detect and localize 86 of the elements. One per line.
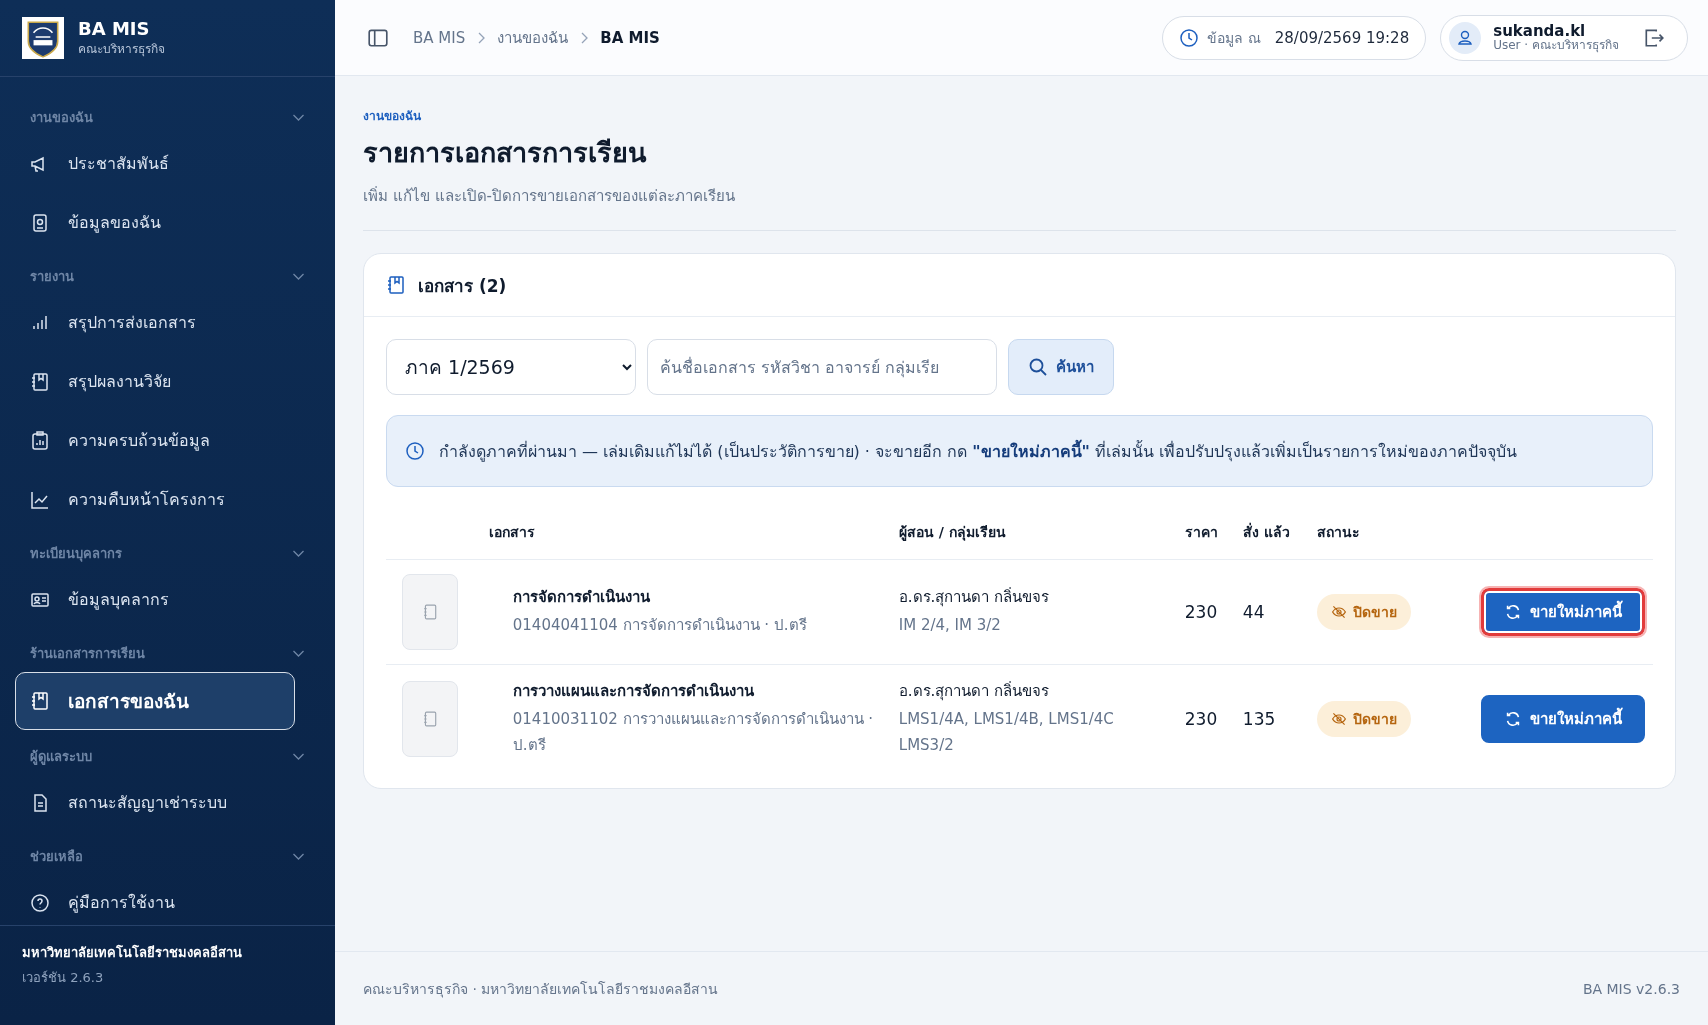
sidebar-item[interactable]: ข้อมูลบุคลากร	[15, 572, 320, 627]
price-cell: 230	[1184, 602, 1218, 622]
column-header: สั่ง แล้ว	[1242, 521, 1290, 542]
brand-title: BA MIS	[78, 18, 151, 39]
card-title: เอกสาร (2)	[418, 274, 507, 298]
sidebar-item[interactable]: ความครบถ้วนข้อมูล	[15, 413, 320, 468]
teacher-name: อ.ดร.สุกานดา กลิ่นขจร	[898, 586, 1051, 609]
price-cell: 230	[1184, 708, 1218, 729]
app-version: BA MIS v2.6.3	[1582, 980, 1680, 997]
document-title: การจัดการดำเนินงาน	[512, 587, 651, 609]
refresh-icon	[1504, 603, 1522, 621]
class-groups: LMS1/4A, LMS1/4B, LMS1/4C LMS3/2	[898, 707, 1169, 758]
chevron-icon[interactable]	[292, 852, 305, 861]
sidebar-item[interactable]: ข้อมูลของฉัน	[15, 195, 320, 250]
status-badge: ปิดขาย	[1317, 594, 1412, 630]
breadcrumb-item[interactable]: BA MIS	[413, 28, 466, 47]
ordered-count: 44	[1242, 602, 1265, 622]
section-heading: รายงาน	[30, 268, 74, 286]
logout-icon[interactable]	[1643, 26, 1665, 49]
teacher-name: อ.ดร.สุกานดา กลิ่นขจร	[898, 680, 1051, 703]
help-icon	[30, 892, 50, 913]
resell-button[interactable]: ขายใหม่ภาคนี้	[1481, 588, 1645, 636]
data-time-value: 28/09/2569 19:28	[1274, 28, 1410, 47]
page-eyebrow: งานของฉัน	[363, 108, 422, 125]
notebook-icon	[423, 710, 437, 727]
chevron-icon[interactable]	[292, 113, 305, 122]
notebook-icon	[30, 371, 50, 392]
user-avatar-icon	[1449, 21, 1482, 54]
sidebar-item[interactable]: สรุปผลงานวิจัย	[15, 354, 320, 409]
column-header: ราคา	[1184, 523, 1218, 542]
search-icon	[1028, 357, 1048, 377]
sidebar-toggle-icon[interactable]	[367, 26, 389, 49]
eye-off-icon	[1331, 604, 1348, 620]
notice-text: กำลังดูภาคที่ผ่านมา — เล่มเดิมแก้ไม่ได้ (เป็นประวัติการขาย) · จะขายอีก กด "ขายใหม่ภาคนี้" ที่เล่มนั้น เพื่อปรับปรุงแล้วเพิ่มเป็นรายการใหม่ของภาคปัจจุบัน	[439, 438, 1517, 464]
page-subtitle: เพิ่ม แก้ไข และเปิด-ปิดการขายเอกสารของแต่ละภาคเรียน	[363, 185, 736, 207]
ordered-count: 135	[1242, 708, 1276, 729]
section-heading: ผู้ดูแลระบบ	[30, 748, 92, 767]
chevron-icon[interactable]	[292, 752, 305, 761]
sidebar-item[interactable]: ประชาสัมพันธ์	[15, 136, 320, 191]
sidebar-item[interactable]: คู่มือการใช้งาน	[15, 875, 320, 925]
term-select[interactable]: ภาค 1/2569	[386, 339, 636, 395]
sidebar-item[interactable]: สรุปการส่งเอกสาร	[15, 295, 320, 350]
search-button[interactable]: ค้นหา	[1008, 339, 1114, 395]
breadcrumb-item[interactable]: งานของฉัน	[497, 25, 569, 50]
clock-icon	[1179, 27, 1200, 48]
search-field[interactable]: ค้นชื่อเอกสาร รหัสวิชา อาจารย์ กลุ่มเรีย	[647, 339, 997, 395]
sidebar-item[interactable]: สถานะสัญญาเช่าระบบ	[15, 775, 320, 830]
brand-subtitle: คณะบริหารธุรกิจ	[78, 41, 165, 58]
clock-icon	[405, 441, 425, 461]
notebook-icon	[423, 604, 437, 620]
page-title: รายการเอกสารการเรียน	[363, 136, 648, 170]
status-badge: ปิดขาย	[1317, 700, 1412, 737]
column-header: ผู้สอน / กลุ่มเรียน	[898, 523, 1006, 543]
chevron-icon[interactable]	[292, 649, 305, 658]
section-heading: ทะเบียนบุคลากร	[30, 545, 122, 564]
notebook-icon	[30, 691, 50, 711]
shield-logo-icon	[22, 16, 64, 60]
clipboard-icon	[30, 430, 50, 451]
refresh-icon	[1504, 709, 1522, 728]
breadcrumb-item: BA MIS	[600, 28, 660, 47]
chevron-right-icon	[580, 31, 589, 44]
section-heading: ร้านเอกสารการเรียน	[30, 645, 145, 663]
document-detail: 01404041104 การจัดการดำเนินงาน · ป.ตรี	[512, 615, 808, 637]
trend-chart-icon	[30, 489, 50, 510]
sidebar-item[interactable]: เอกสารของฉัน	[15, 672, 295, 730]
university-name: มหาวิทยาลัยเทคโนโลยีราชมงคลอีสาน	[22, 944, 243, 962]
document-title: การวางแผนและการจัดการดำเนินงาน	[512, 681, 755, 702]
chevron-icon[interactable]	[292, 549, 305, 558]
chevron-right-icon	[477, 31, 486, 44]
chevron-icon[interactable]	[292, 272, 305, 281]
column-header: สถานะ	[1317, 523, 1361, 542]
class-groups: IM 2/4, IM 3/2	[898, 613, 1169, 639]
notebook-icon	[386, 275, 406, 295]
sidebar-item[interactable]: ความคืบหน้าโครงการ	[15, 472, 320, 527]
user-name: sukanda.kl	[1493, 22, 1586, 40]
badge-icon	[30, 212, 50, 233]
eye-off-icon	[1331, 710, 1348, 727]
section-heading: ช่วยเหลือ	[30, 848, 83, 866]
section-heading: งานของฉัน	[30, 109, 93, 127]
version-label: เวอร์ชัน 2.6.3	[22, 969, 105, 987]
data-time-label: ข้อมูล ณ	[1207, 28, 1261, 49]
user-role: User · คณะบริหารธุรกิจ	[1493, 39, 1619, 53]
resell-button[interactable]: ขายใหม่ภาคนี้	[1481, 694, 1645, 743]
document-detail: 01410031102 การวางแผนและการจัดการดำเนินงาน · ป.ตรี	[512, 709, 875, 756]
column-header: เอกสาร	[488, 523, 535, 542]
footer-text: คณะบริหารธุรกิจ · มหาวิทยาลัยเทคโนโลยีราชมงคลอีสาน	[363, 979, 719, 1000]
